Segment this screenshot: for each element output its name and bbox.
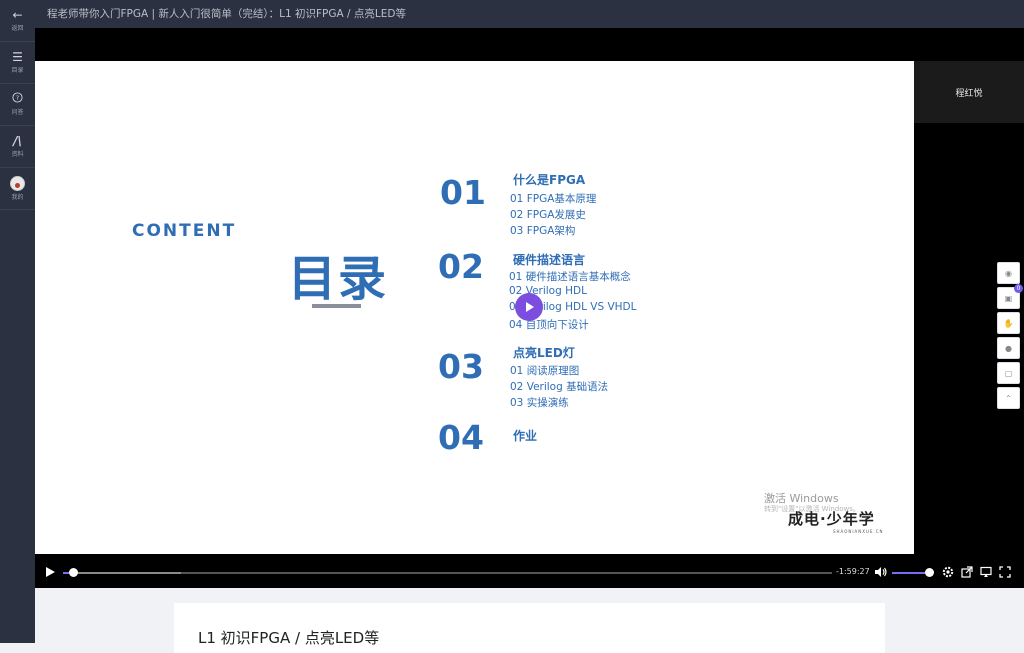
avatar-icon <box>10 175 25 191</box>
right-float-toolbar: ◉ ▣ 0 ✋ ● ▢ ⌃ <box>997 262 1023 412</box>
sidebar-item-label: 我的 <box>11 193 24 201</box>
video-frame-slide: CONTENT 目录 01 什么是FPGA 01 FPGA基本原理 02 FPG… <box>35 61 914 554</box>
center-play-button[interactable] <box>515 293 543 321</box>
video-player[interactable]: CONTENT 目录 01 什么是FPGA 01 FPGA基本原理 02 FPG… <box>35 28 1024 588</box>
gear-icon <box>942 566 954 578</box>
external-link-icon <box>961 566 973 578</box>
list-icon: ☰ <box>12 50 23 64</box>
teacher-name-panel: 程红悦 <box>914 61 1024 123</box>
slide-title-underline <box>312 304 361 308</box>
theme-button[interactable]: ◉ <box>997 262 1020 284</box>
svg-text:?: ? <box>16 94 19 102</box>
document-icon: /\ <box>13 134 22 148</box>
brand-logo-sub: SHAONIANXUE.CN <box>833 529 884 534</box>
volume-handle[interactable] <box>925 568 934 577</box>
section-title: 作业 <box>513 429 538 443</box>
sidebar-item-label: 问答 <box>11 109 24 116</box>
section-number: 01 <box>440 173 486 212</box>
scroll-top-button[interactable]: ⌃ <box>997 387 1020 409</box>
brand-logo: 成电·少年学 <box>788 510 875 528</box>
sidebar-item-materials[interactable]: /\ 资料 <box>0 126 35 168</box>
fullscreen-icon <box>999 566 1011 578</box>
section-item: 03 实操演练 <box>510 397 569 409</box>
sidebar-item-catalog[interactable]: ☰ 目录 <box>0 42 35 84</box>
cart-button[interactable]: ▣ 0 <box>997 284 1023 309</box>
lesson-info-card: L1 初识FPGA / 点亮LED等 <box>174 603 885 653</box>
progress-buffered <box>63 572 181 574</box>
comment-button[interactable]: ▢ <box>997 362 1020 384</box>
section-item: 02 Verilog 基础语法 <box>510 381 609 393</box>
screen-cast-icon <box>980 566 992 577</box>
section-title: 什么是FPGA <box>513 173 586 187</box>
sidebar-item-qa[interactable]: ? 问答 <box>0 84 35 126</box>
wechat-icon: ● <box>1005 343 1012 353</box>
palette-icon: ◉ <box>1005 268 1012 278</box>
play-button[interactable] <box>45 566 56 581</box>
cart-icon: ▣ <box>1004 293 1013 303</box>
lesson-title: L1 初识FPGA / 点亮LED等 <box>198 629 380 647</box>
sidebar-item-label: 目录 <box>11 67 24 74</box>
question-icon: ? <box>12 92 23 106</box>
cast-button[interactable] <box>980 566 992 581</box>
cart-badge: 0 <box>1014 284 1023 293</box>
play-icon <box>526 302 534 312</box>
sidebar-item-label: 返回 <box>11 25 24 32</box>
section-item: 04 自顶向下设计 <box>509 319 589 331</box>
raise-hand-button[interactable]: ✋ <box>997 312 1020 334</box>
sidebar-item-label: 资料 <box>11 151 24 158</box>
play-icon <box>46 567 55 577</box>
comment-icon: ▢ <box>1004 368 1013 378</box>
fullscreen-button[interactable] <box>999 566 1011 581</box>
progress-handle[interactable] <box>69 568 78 577</box>
back-arrow-icon: ← <box>12 8 23 22</box>
section-number: 04 <box>438 418 484 457</box>
section-title: 点亮LED灯 <box>513 346 575 360</box>
section-number: 02 <box>438 247 484 286</box>
page-title: 程老师带你入门FPGA | 新人入门很简单（完结）：L1 初识FPGA / 点亮… <box>35 0 1024 28</box>
section-item: 01 硬件描述语言基本概念 <box>509 271 631 283</box>
section-item: 02 FPGA发展史 <box>510 209 586 221</box>
popout-button[interactable] <box>961 566 973 581</box>
sidebar-item-back[interactable]: ← 返回 <box>0 0 35 42</box>
section-item: 01 阅读原理图 <box>510 365 580 377</box>
time-remaining: -1:59:27 <box>836 567 870 576</box>
wechat-button[interactable]: ● <box>997 337 1020 359</box>
slide-catalog-title: 目录 <box>288 251 389 307</box>
section-title: 硬件描述语言 <box>513 253 586 267</box>
settings-button[interactable] <box>942 566 954 581</box>
volume-button[interactable] <box>874 566 887 581</box>
volume-icon <box>875 567 887 577</box>
section-item: 01 FPGA基本原理 <box>510 193 597 205</box>
sidebar-item-mine[interactable]: 我的 <box>0 168 35 210</box>
section-item: 03 FPGA架构 <box>510 225 576 237</box>
scroll-top-icon: ⌃ <box>1005 393 1012 403</box>
hand-icon: ✋ <box>1003 318 1014 328</box>
section-number: 03 <box>438 347 484 386</box>
slide-content-heading: CONTENT <box>132 221 237 241</box>
left-sidebar: ← 返回 ☰ 目录 ? 问答 /\ 资料 我的 <box>0 0 35 643</box>
